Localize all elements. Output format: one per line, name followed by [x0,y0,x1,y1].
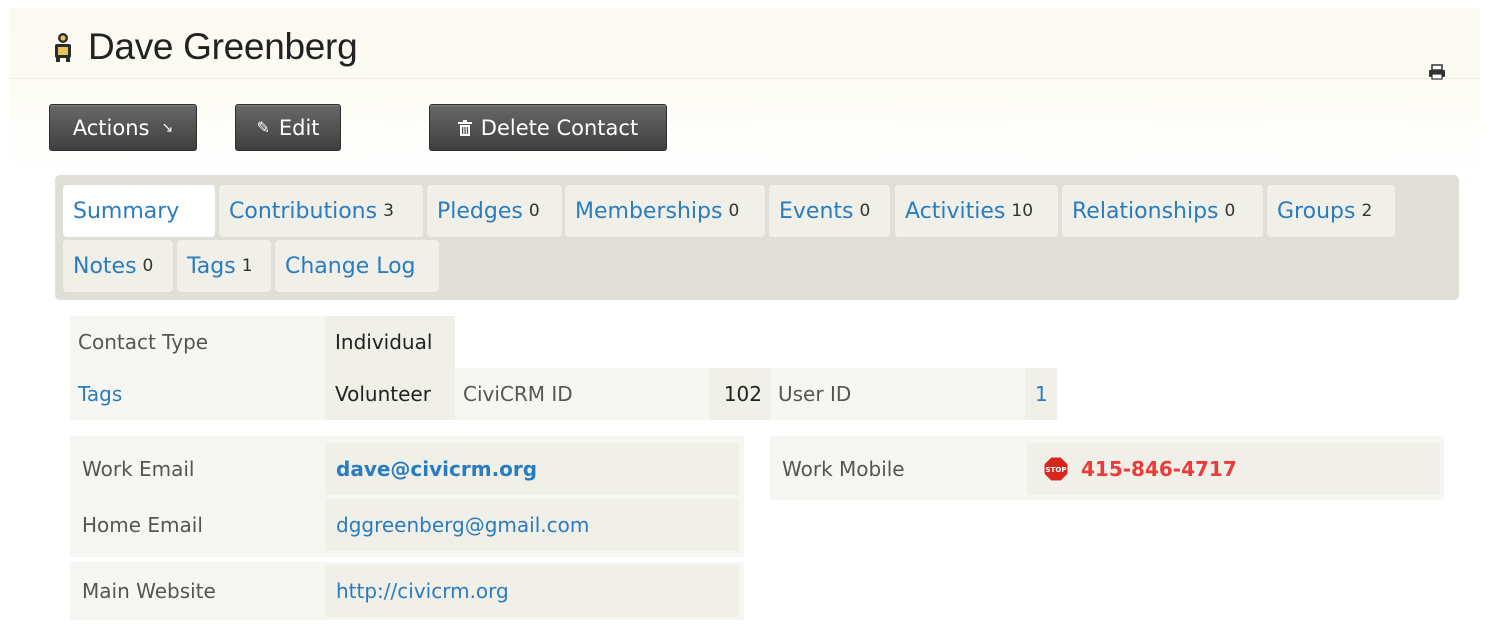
tab-label: Events [779,198,854,224]
header-rule [10,78,1480,79]
tab-tags[interactable]: Tags 1 [177,240,271,292]
home-email-link[interactable]: dggreenberg@gmail.com [326,499,739,551]
tab-label: Relationships [1072,198,1219,224]
print-icon[interactable] [1428,64,1446,80]
tab-bar: Summary Contributions 3 Pledges 0 Member… [55,175,1459,300]
tab-count: 1 [241,256,253,276]
tab-count: 0 [728,201,740,221]
tab-events[interactable]: Events 0 [769,185,890,237]
tags-link[interactable]: Tags [70,368,325,420]
tab-activities[interactable]: Activities 10 [895,185,1058,237]
user-id-link[interactable]: 1 [1025,368,1057,420]
contact-person-icon [55,33,71,62]
tab-notes[interactable]: Notes 0 [63,240,173,292]
tab-count: 0 [859,201,871,221]
tab-contributions[interactable]: Contributions 3 [219,185,423,237]
tab-label: Notes [73,253,137,279]
tab-count: 0 [142,256,154,276]
work-mobile-label: Work Mobile [782,457,905,481]
user-id-label: User ID [770,368,1025,420]
contact-type-value: Individual [325,316,455,368]
main-website-label: Main Website [82,579,216,603]
edit-button[interactable]: ✎ Edit [235,104,341,151]
actions-button[interactable]: Actions ↘ [49,104,197,151]
tab-summary[interactable]: Summary [63,185,215,237]
tab-memberships[interactable]: Memberships 0 [565,185,765,237]
delete-contact-button[interactable]: Delete Contact [429,104,667,151]
actions-button-label: Actions [72,115,150,140]
arrow-down-right-icon: ↘ [161,119,174,136]
work-email-label: Work Email [82,457,195,481]
tab-count: 0 [1224,201,1236,221]
tab-label: Change Log [285,253,416,279]
pencil-icon: ✎ [256,118,270,137]
tab-count: 2 [1361,201,1373,221]
tags-value: Volunteer [325,368,455,420]
work-mobile-field: STOP 415-846-4717 [1027,443,1440,495]
stop-sign-icon: STOP [1043,456,1069,482]
tab-label: Activities [905,198,1006,224]
tab-count: 10 [1011,201,1034,221]
tab-label: Tags [187,253,236,279]
delete-contact-button-label: Delete Contact [480,115,639,140]
edit-button-label: Edit [278,115,320,140]
work-mobile-value: 415-846-4717 [1081,457,1237,481]
tab-groups[interactable]: Groups 2 [1267,185,1395,237]
tab-label: Pledges [437,198,523,224]
trash-icon [457,119,472,136]
tab-label: Summary [73,198,180,224]
tab-pledges[interactable]: Pledges 0 [427,185,562,237]
main-website-link[interactable]: http://civicrm.org [326,565,739,617]
tab-count: 0 [528,201,540,221]
tab-relationships[interactable]: Relationships 0 [1062,185,1263,237]
svg-text:STOP: STOP [1046,466,1067,474]
page-title: Dave Greenberg [52,26,358,68]
civicrm-id-value: 102 [710,368,770,420]
tab-label: Memberships [575,198,723,224]
tab-count: 3 [383,201,394,221]
tab-label: Groups [1277,198,1356,224]
tab-change-log[interactable]: Change Log [275,240,439,292]
tab-label: Contributions [229,198,378,224]
civicrm-id-label: CiviCRM ID [455,368,710,420]
contact-type-label: Contact Type [70,316,325,368]
contact-name: Dave Greenberg [88,26,358,67]
work-email-link[interactable]: dave@civicrm.org [326,443,739,495]
home-email-label: Home Email [82,513,203,537]
